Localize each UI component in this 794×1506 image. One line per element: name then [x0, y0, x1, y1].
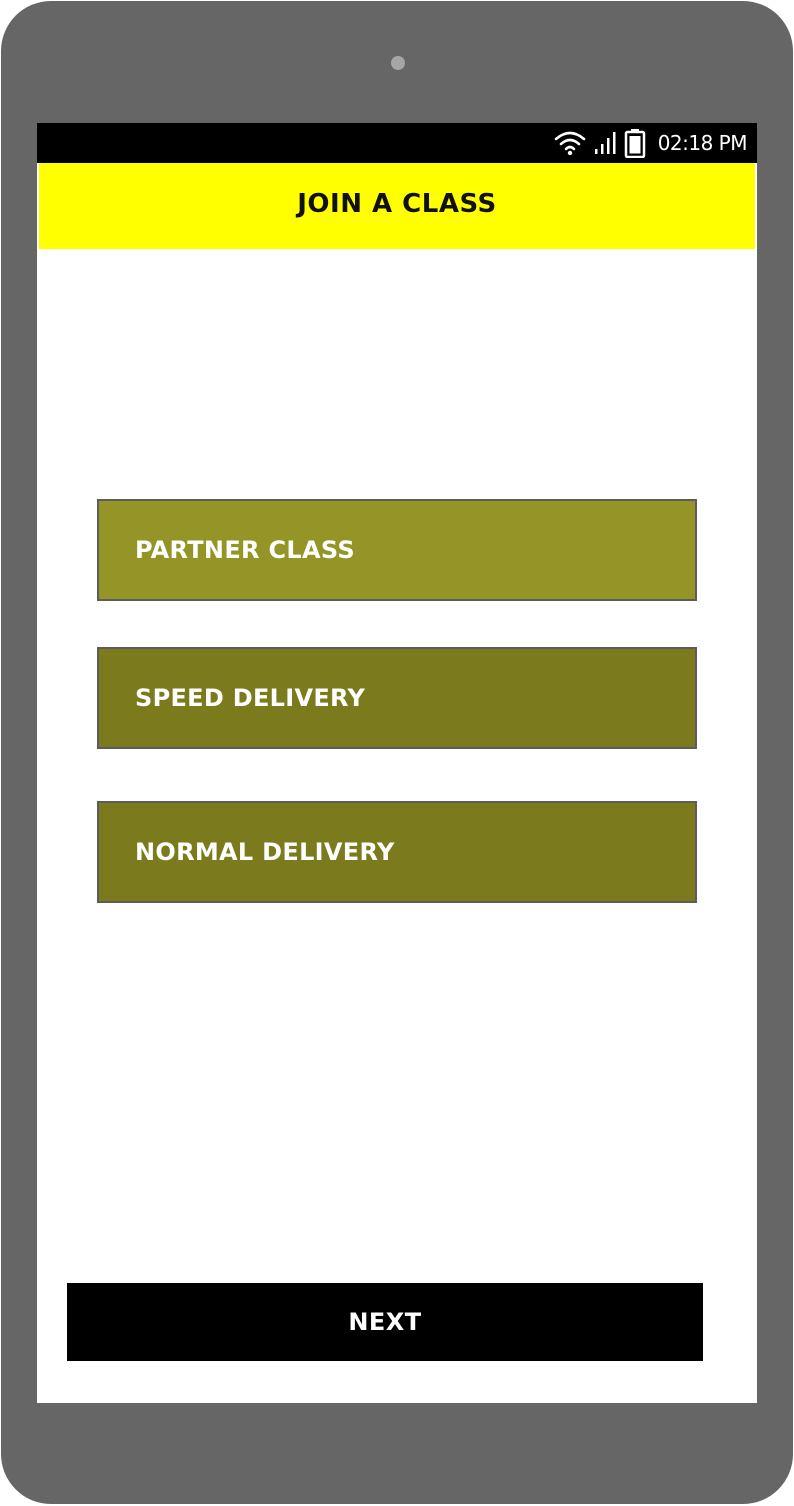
- status-bar: 02:18 PM: [37, 123, 757, 163]
- camera-dot: [391, 56, 405, 70]
- option-normal-delivery[interactable]: NORMAL DELIVERY: [97, 801, 697, 903]
- option-label: PARTNER CLASS: [135, 536, 355, 564]
- option-speed-delivery[interactable]: SPEED DELIVERY: [97, 647, 697, 749]
- battery-icon: [624, 128, 646, 158]
- option-partner-class[interactable]: PARTNER CLASS: [97, 499, 697, 601]
- signal-icon: [594, 131, 616, 155]
- status-time: 02:18 PM: [657, 131, 748, 155]
- next-button-label: NEXT: [348, 1308, 422, 1336]
- app-bar: JOIN A CLASS: [39, 163, 755, 249]
- page-title: JOIN A CLASS: [297, 189, 497, 219]
- app-screen: 02:18 PM JOIN A CLASS PARTNER CLASS SPEE…: [37, 123, 757, 1403]
- option-label: NORMAL DELIVERY: [135, 838, 395, 866]
- device-frame: 02:18 PM JOIN A CLASS PARTNER CLASS SPEE…: [1, 1, 793, 1504]
- next-button[interactable]: NEXT: [67, 1283, 703, 1361]
- option-label: SPEED DELIVERY: [135, 684, 366, 712]
- status-icons: 02:18 PM: [554, 123, 748, 163]
- wifi-icon: [554, 130, 586, 156]
